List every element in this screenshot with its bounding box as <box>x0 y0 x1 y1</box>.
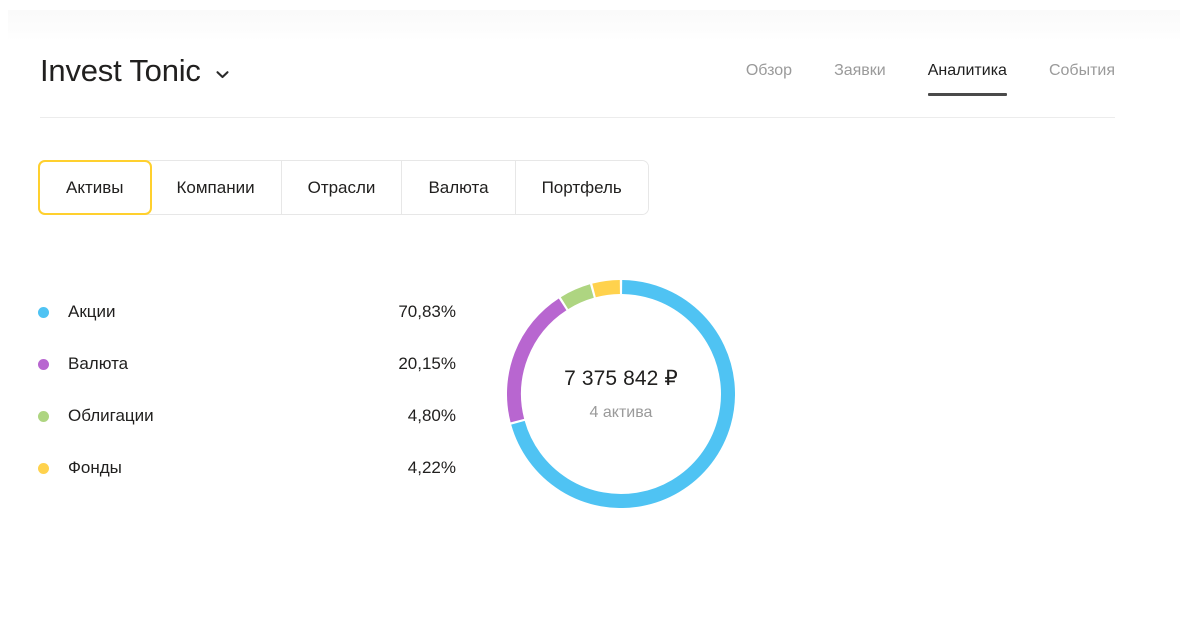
donut-segment-3[interactable] <box>560 284 594 310</box>
tab-otrasli[interactable]: Отрасли <box>281 161 403 214</box>
legend-label-fondy: Фонды <box>68 458 122 477</box>
legend-label-valyuta: Валюта <box>68 354 129 373</box>
nav-item-obzor[interactable]: Обзор <box>746 60 792 108</box>
legend-value-fondy: 4,22% <box>407 458 456 477</box>
legend-value-valyuta: 20,15% <box>398 354 456 373</box>
page-title: Invest Tonic <box>40 53 201 88</box>
list-item[interactable]: Акции 70,83% <box>38 286 456 338</box>
tab-aktivy[interactable]: Активы <box>38 160 152 215</box>
donut-segment-2[interactable] <box>507 298 567 423</box>
donut-svg <box>507 280 735 508</box>
legend-color-dot-valyuta <box>38 358 49 370</box>
header-divider <box>40 117 1115 118</box>
legend-color-dot-akcii <box>38 306 49 318</box>
analytics-tabbar: Активы Компании Отрасли Валюта Портфель <box>38 160 649 215</box>
nav-item-zayavki[interactable]: Заявки <box>834 60 886 108</box>
legend-label-obligacii: Облигации <box>68 406 154 425</box>
legend-color-dot-obligacii <box>38 410 49 422</box>
asset-legend-list: Акции 70,83% Валюта 20,15% Облигации 4,8… <box>38 286 456 494</box>
donut-segment-4[interactable] <box>592 280 621 298</box>
nav-item-analitika[interactable]: Аналитика <box>927 60 1008 108</box>
app-page: Invest Tonic Обзор Заявки Аналитика Собы… <box>0 0 1200 636</box>
legend-value-obligacii: 4,80% <box>407 406 456 425</box>
page-left-gutter <box>0 0 8 636</box>
legend-value-akcii: 70,83% <box>398 302 456 321</box>
legend-label-akcii: Акции <box>68 302 116 321</box>
legend-color-dot-fondy <box>38 462 49 474</box>
nav-item-sobytiya[interactable]: События <box>1049 60 1115 108</box>
page-header: Invest Tonic Обзор Заявки Аналитика Собы… <box>40 52 1115 112</box>
main-nav: Обзор Заявки Аналитика События <box>746 60 1115 108</box>
asset-allocation-donut-chart: 7 375 842 ₽ 4 актива <box>507 280 735 508</box>
chevron-down-icon[interactable] <box>214 66 231 83</box>
tab-portfel[interactable]: Портфель <box>515 161 648 214</box>
list-item[interactable]: Облигации 4,80% <box>38 390 456 442</box>
list-item[interactable]: Валюта 20,15% <box>38 338 456 390</box>
list-item[interactable]: Фонды 4,22% <box>38 442 456 494</box>
tab-valyuta[interactable]: Валюта <box>402 161 516 214</box>
brand-dropdown[interactable]: Invest Tonic <box>40 52 231 90</box>
tab-kompanii[interactable]: Компании <box>150 161 282 214</box>
page-top-tint <box>8 10 1180 40</box>
